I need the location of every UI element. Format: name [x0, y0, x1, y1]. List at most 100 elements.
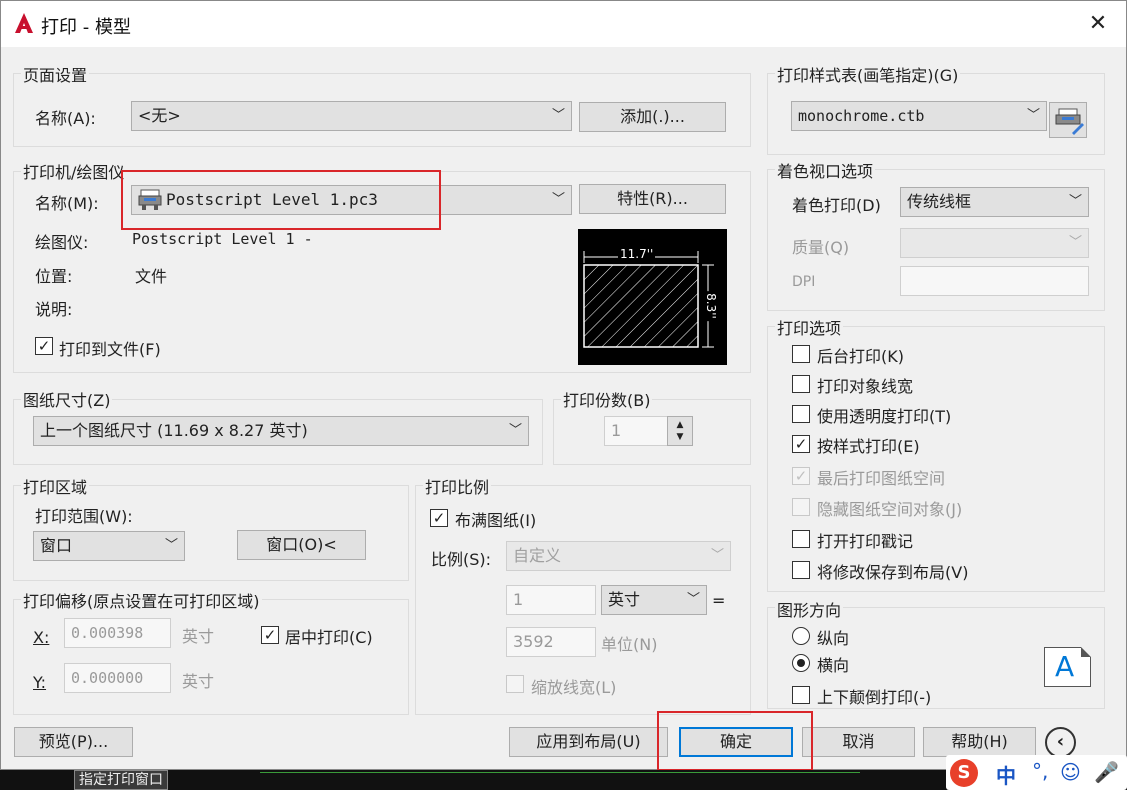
add-page-setup-button[interactable]: 添加(.)...: [579, 102, 726, 132]
paper-size-select[interactable]: 上一个图纸尺寸 (11.69 x 8.27 英寸) ﹀: [33, 416, 529, 446]
printer-properties-button[interactable]: 特性(R)...: [579, 184, 726, 214]
print-to-file-checkbox[interactable]: ✓: [35, 337, 53, 355]
plot-option-label: 最后打印图纸空间: [817, 469, 946, 488]
landscape-label: 横向: [817, 656, 850, 675]
emoji-icon[interactable]: ☺: [1060, 760, 1081, 784]
scale-equals: =: [712, 591, 726, 610]
scale-unit-value: 英寸: [608, 590, 641, 609]
plot-options-label: 打印选项: [775, 315, 844, 339]
page-setup-name-value: <无>: [138, 106, 181, 125]
shaded-label: 着色视口选项: [775, 158, 876, 182]
fit-to-paper-checkbox[interactable]: ✓: [430, 509, 448, 527]
plot-style-value: monochrome.ctb: [798, 107, 925, 125]
orientation-preview-icon: A: [1044, 647, 1091, 687]
copies-spinner[interactable]: ▲ ▼: [667, 416, 693, 446]
orientation-letter: A: [1055, 650, 1075, 683]
portrait-label: 纵向: [817, 629, 850, 648]
close-icon[interactable]: ✕: [1078, 5, 1118, 43]
offset-x-unit: 英寸: [182, 627, 215, 646]
sogou-logo-icon[interactable]: S: [950, 759, 978, 787]
page-setup-name-select[interactable]: <无> ﹀: [131, 101, 572, 131]
plot-range-select[interactable]: 窗口 ﹀: [33, 531, 185, 561]
plot-area-label: 打印区域: [21, 474, 90, 498]
quality-label: 质量(Q): [792, 238, 850, 257]
plot-option-checkbox[interactable]: [792, 375, 810, 393]
ime-language[interactable]: 中: [996, 760, 1016, 789]
microphone-icon[interactable]: 🎤: [1094, 760, 1119, 784]
plot-option-checkbox[interactable]: ✓: [792, 435, 810, 453]
plot-option-label: 按样式打印(E): [817, 437, 920, 456]
plot-offset-label: 打印偏移(原点设置在可打印区域): [21, 588, 262, 612]
title-bar: 打印 - 模型 ✕: [1, 1, 1126, 47]
center-plot-checkbox[interactable]: ✓: [261, 626, 279, 644]
copies-input[interactable]: 1: [604, 416, 668, 446]
plot-range-value: 窗口: [40, 536, 73, 555]
apply-to-layout-button[interactable]: 应用到布局(U): [509, 727, 668, 757]
chevron-down-icon: ﹀: [1026, 108, 1040, 123]
upside-down-checkbox[interactable]: [792, 686, 810, 704]
paper-size-label: 图纸尺寸(Z): [21, 387, 113, 411]
plot-option-checkbox[interactable]: [792, 530, 810, 548]
shade-plot-label: 着色打印(D): [792, 196, 881, 215]
dpi-input[interactable]: [900, 266, 1089, 296]
scale-value2-input[interactable]: 3592: [506, 627, 596, 657]
punctuation-icon[interactable]: °,: [1032, 759, 1048, 783]
landscape-radio-dot: [797, 659, 805, 667]
copies-label: 打印份数(B): [561, 387, 653, 411]
page-setup-name-label: 名称(A):: [35, 109, 96, 128]
chevron-left-icon[interactable]: ‹: [1045, 727, 1076, 758]
scale-unit-select[interactable]: 英寸 ﹀: [601, 585, 707, 615]
location-label: 位置:: [35, 267, 73, 286]
plot-option-label: 隐藏图纸空间对象(J): [817, 500, 963, 519]
plot-option-checkbox[interactable]: [792, 345, 810, 363]
landscape-radio[interactable]: [792, 654, 810, 672]
plot-option-checkbox[interactable]: [792, 498, 810, 516]
preview-button[interactable]: 预览(P)...: [14, 727, 133, 757]
plot-style-select[interactable]: monochrome.ctb ﹀: [791, 101, 1047, 131]
portrait-radio[interactable]: [792, 627, 810, 645]
offset-y-input[interactable]: 0.000000: [64, 663, 171, 693]
preview-width-label: 11.7'': [618, 247, 656, 261]
chevron-down-icon: ﹀: [551, 108, 565, 123]
plot-option-checkbox[interactable]: [792, 561, 810, 579]
printer-name-label: 名称(M):: [35, 194, 99, 213]
page-setup-label: 页面设置: [21, 62, 90, 86]
cad-drawing-fragment: [260, 772, 860, 788]
preview-height-label: 8.3'': [703, 291, 718, 321]
command-tip: 指定打印窗口: [74, 770, 168, 790]
plot-option-label: 打开打印戳记: [817, 532, 914, 551]
scale-value: 自定义: [513, 546, 562, 565]
window-pick-button[interactable]: 窗口(O)<: [237, 530, 366, 560]
plot-dialog: 打印 - 模型 ✕ 页面设置 名称(A): <无> ﹀ 添加(.)... 打印机…: [0, 0, 1127, 771]
quality-select[interactable]: ﹀: [900, 228, 1089, 258]
shade-plot-select[interactable]: 传统线框 ﹀: [900, 187, 1089, 217]
plotter-value: Postscript Level 1 -: [132, 230, 313, 248]
autocad-logo-icon: [15, 13, 33, 33]
plot-style-edit-icon[interactable]: [1049, 102, 1087, 138]
upside-down-label: 上下颠倒打印(-): [817, 688, 932, 707]
chevron-down-icon: ﹀: [710, 548, 724, 563]
plot-style-label: 打印样式表(画笔指定)(G): [775, 62, 961, 86]
plotter-label: 绘图仪:: [35, 233, 89, 252]
scale-lineweights-label: 缩放线宽(L): [531, 678, 617, 697]
offset-y-unit: 英寸: [182, 672, 215, 691]
plot-option-checkbox[interactable]: [792, 405, 810, 423]
orientation-label: 图形方向: [775, 597, 844, 621]
window-title: 打印 - 模型: [41, 17, 131, 38]
dpi-label: DPI: [792, 274, 816, 290]
scale-label: 比例(S):: [431, 550, 492, 569]
scale-select[interactable]: 自定义 ﹀: [506, 541, 731, 571]
cancel-button[interactable]: 取消: [802, 727, 915, 757]
ime-toolbar: S 中 °, ☺ 🎤: [946, 755, 1127, 790]
scale-unit2-label: 单位(N): [601, 635, 658, 654]
chevron-down-icon: ﹀: [551, 192, 565, 207]
offset-x-input[interactable]: 0.000398: [64, 618, 171, 648]
location-value: 文件: [135, 267, 168, 286]
chevron-down-icon: ﹀: [686, 592, 700, 607]
plot-option-label: 打印对象线宽: [817, 377, 914, 396]
plot-option-label: 后台打印(K): [817, 347, 904, 366]
help-button[interactable]: 帮助(H): [923, 727, 1036, 757]
scale-value1-input[interactable]: 1: [506, 585, 596, 615]
plot-option-checkbox[interactable]: ✓: [792, 467, 810, 485]
scale-lineweights-checkbox[interactable]: [506, 675, 524, 693]
